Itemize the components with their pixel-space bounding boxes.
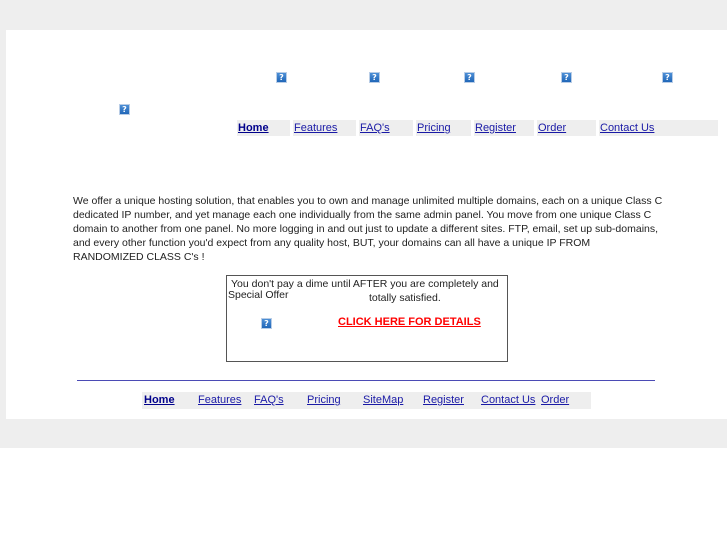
top-nav-contact-link[interactable]: Contact Us xyxy=(599,120,718,136)
top-nav-pricing-link[interactable]: Pricing xyxy=(416,120,474,136)
intro-text: We offer a unique hosting solution, that… xyxy=(73,195,663,263)
top-nav-faqs-link[interactable]: FAQ's xyxy=(359,120,416,136)
top-nav-home-link[interactable]: Home xyxy=(237,120,293,136)
top-nav: Home Features FAQ's Pricing Register Ord… xyxy=(237,120,718,136)
bottom-nav-faqs-link[interactable]: FAQ's xyxy=(252,392,305,409)
top-nav-register-link[interactable]: Register xyxy=(474,120,537,136)
top-nav-features-link[interactable]: Features xyxy=(293,120,359,136)
bottom-nav-pricing-link[interactable]: Pricing xyxy=(305,392,361,409)
bottom-nav-register-link[interactable]: Register xyxy=(421,392,479,409)
special-offer-label: Special Offer xyxy=(228,289,289,301)
bottom-nav-sitemap-link[interactable]: SiteMap xyxy=(361,392,421,409)
offer-details-link[interactable]: CLICK HERE FOR DETAILS xyxy=(338,316,481,328)
broken-image-icon: ? xyxy=(369,72,380,83)
bottom-nav-contact-link[interactable]: Contact Us xyxy=(479,392,539,409)
bottom-nav-features-link[interactable]: Features xyxy=(196,392,252,409)
broken-image-icon: ? xyxy=(464,72,475,83)
broken-image-icon: ? xyxy=(261,318,272,329)
bottom-nav-order-link[interactable]: Order xyxy=(539,392,591,409)
top-nav-order-link[interactable]: Order xyxy=(537,120,599,136)
broken-image-icon: ? xyxy=(662,72,673,83)
special-offer-box: You don't pay a dime until AFTER you are… xyxy=(226,275,508,362)
bottom-nav-home-link[interactable]: Home xyxy=(142,392,196,409)
bottom-nav: Home Features FAQ's Pricing SiteMap Regi… xyxy=(142,392,591,409)
broken-image-icon: ? xyxy=(276,72,287,83)
offer-text-line2: totally satisfied. xyxy=(369,292,441,304)
broken-image-icon: ? xyxy=(561,72,572,83)
divider xyxy=(77,380,655,381)
broken-image-icon: ? xyxy=(119,104,130,115)
